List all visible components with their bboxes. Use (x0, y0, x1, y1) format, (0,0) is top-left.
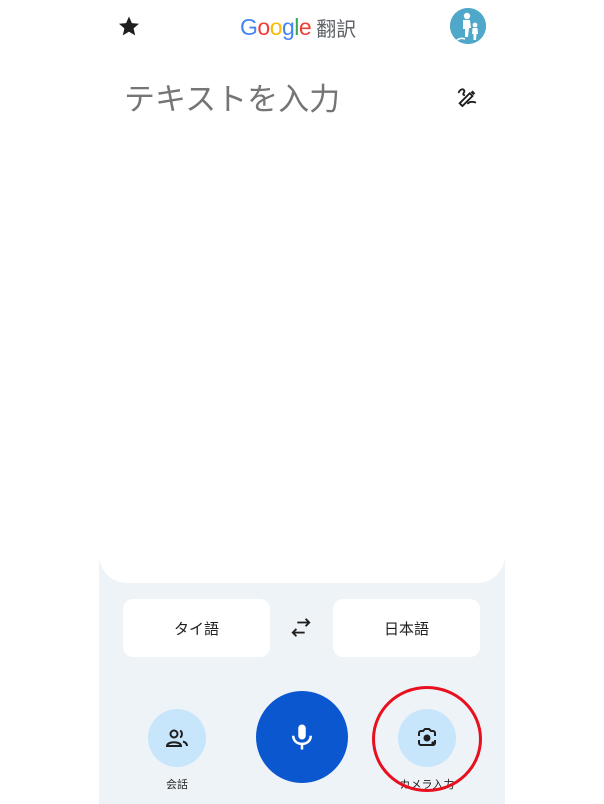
text-input-placeholder[interactable]: テキストを入力 (124, 74, 340, 119)
avatar-image (450, 8, 486, 44)
google-logo: Google (240, 13, 312, 40)
star-icon (119, 16, 139, 36)
mic-icon (292, 724, 312, 750)
conversation-button[interactable] (148, 709, 206, 767)
handwriting-icon (457, 88, 477, 107)
swap-languages-button[interactable] (287, 614, 315, 642)
app-title: Google 翻訳 (240, 13, 356, 41)
people-icon (165, 729, 188, 747)
highlight-circle (372, 686, 482, 792)
translate-app: Google 翻訳 テキストを入力 タイ語 日本語 会話 カメラ入力 (99, 0, 505, 804)
page: Google 翻訳 テキストを入力 タイ語 日本語 会話 カメラ入力 (0, 0, 604, 804)
source-text-area[interactable]: テキストを入力 (99, 56, 505, 583)
swap-arrows-icon (291, 618, 311, 637)
saved-star-button[interactable] (115, 12, 143, 40)
app-title-suffix: 翻訳 (316, 16, 357, 41)
voice-input-button[interactable] (256, 691, 348, 783)
avatar[interactable] (450, 8, 486, 44)
conversation-label: 会話 (166, 778, 188, 791)
target-language-button[interactable]: 日本語 (333, 599, 480, 657)
handwriting-button[interactable] (453, 82, 481, 110)
source-language-button[interactable]: タイ語 (123, 599, 270, 657)
app-header: Google 翻訳 (99, 0, 505, 56)
